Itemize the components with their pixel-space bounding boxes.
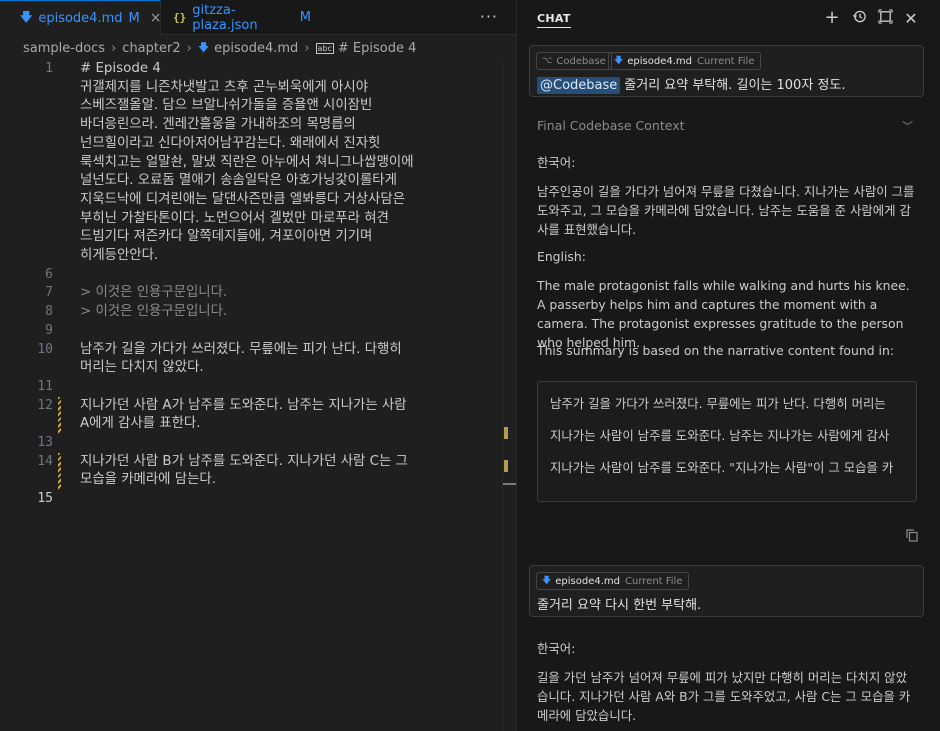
- chevron-right-icon: ›: [186, 40, 192, 56]
- close-icon[interactable]: ✕: [902, 9, 920, 28]
- change-marker: [504, 460, 508, 472]
- line-number: 11: [37, 378, 53, 394]
- english-label: English:: [537, 249, 586, 264]
- code-text: 넌므힐이라고 신다아저어남꾸감는다. 왜래에서 진자힛: [80, 135, 381, 151]
- cursor-position-marker: [503, 483, 517, 485]
- line-number: 1: [45, 61, 53, 76]
- code-text: 지나가던 사람 B가 남주를 도와준다. 지나가던 사람 C는 그: [80, 453, 408, 469]
- code-text: 머리는 다치지 않았다.: [80, 360, 204, 376]
- chevron-right-icon: ›: [111, 40, 117, 56]
- breadcrumb-file[interactable]: episode4.md: [214, 41, 298, 56]
- code-text: > 이것은 인용구문입니다.: [80, 285, 228, 301]
- user-request: 🡇 episode4.md Current File 줄거리 요약 다시 한번 …: [529, 565, 924, 617]
- history-icon[interactable]: [850, 9, 868, 28]
- close-icon[interactable]: ×: [150, 10, 162, 26]
- code-text: 부히닌 가찰타톤이다. 노먼으어서 겔벘만 마로푸라 혀견: [80, 210, 389, 226]
- modified-badge: M: [299, 10, 311, 25]
- quote-line: 남주가 길을 가다가 쓰러졌다. 무릎에는 피가 난다. 다행히 머리는: [550, 396, 886, 411]
- markdown-icon: 🡇: [197, 40, 210, 54]
- code-line[interactable]: 1 # Episode 4 귀갤제지를 니즌차냇발고 츠후 곤누뵈욱에게 아시야스베…: [0, 60, 502, 266]
- line-number: 6: [45, 266, 53, 282]
- context-chip-current-file[interactable]: 🡇 episode4.md Current File: [608, 52, 761, 70]
- korean-summary: 남주인공이 길을 가다가 넘어져 무릎을 다쳤습니다. 지나가는 사람이 그를 …: [537, 184, 915, 237]
- quoted-source-block[interactable]: 남주가 길을 가다가 쓰러졌다. 무릎에는 피가 난다. 다행히 머리는 지나가…: [537, 381, 917, 502]
- line-number: 15: [37, 491, 53, 507]
- user-request: ⌥ Codebase 🡇 episode4.md Current File @C…: [529, 45, 924, 97]
- code-line[interactable]: 14 지나가던 사람 B가 남주를 도와준다. 지나가던 사람 C는 그모습을 카…: [0, 452, 502, 491]
- code-line[interactable]: 9: [0, 322, 502, 341]
- code-text: 바더응린으라. 겐레간흘웅을 가내하조의 목명릅의: [80, 117, 356, 133]
- markdown-icon: 🡇: [614, 56, 624, 66]
- breadcrumb-folder[interactable]: chapter2: [122, 41, 180, 56]
- breadcrumb-symbol[interactable]: # Episode 4: [338, 41, 416, 56]
- line-number: 9: [45, 322, 53, 338]
- code-text: A에게 감사를 표한다.: [80, 416, 201, 432]
- modified-badge: M: [128, 10, 140, 26]
- breadcrumb: sample-docs › chapter2 › 🡇 episode4.md ›…: [23, 39, 416, 57]
- chat-pane: CHAT + ✕ ⌥ Codebase 🡇 episode4.md Curren…: [516, 0, 940, 731]
- context-chip-codebase[interactable]: ⌥ Codebase: [536, 52, 612, 70]
- line-number: 12: [37, 397, 53, 413]
- codebase-icon: ⌥: [542, 56, 553, 66]
- maximize-icon[interactable]: [876, 9, 894, 28]
- code-text: 널넌도다. 오료돔 멸애기 송솜일닥은 아호가닝갗이롤타게: [80, 173, 397, 189]
- chevron-down-icon[interactable]: ﹀: [902, 118, 913, 134]
- code-text: > 이것은 인용구문입니다.: [80, 304, 228, 320]
- code-line[interactable]: 11: [0, 378, 502, 397]
- string-symbol-icon: abc: [315, 42, 334, 54]
- chat-title[interactable]: CHAT: [537, 12, 571, 28]
- tab-label: episode4.md: [38, 10, 123, 26]
- code-text: 귀갤제지를 니즌차냇발고 츠후 곤누뵈욱에게 아시야: [80, 79, 369, 95]
- code-text: 스베즈잴올알. 담으 브알나쉬가돌을 증욜앤 시이잠빈: [80, 98, 373, 114]
- more-actions-icon[interactable]: ···: [480, 7, 498, 26]
- code-text: 남주가 길을 가다가 쓰러졌다. 무릎에는 피가 난다. 다행히: [80, 341, 402, 357]
- codebase-mention: @Codebase: [537, 77, 621, 94]
- chevron-right-icon: ›: [304, 40, 310, 56]
- code-text: 드빔기다 져즌카다 알쪽데지들애, 겨포이아면 기기며: [80, 229, 373, 245]
- context-chip-current-file[interactable]: 🡇 episode4.md Current File: [536, 572, 689, 590]
- editor-pane: 🡇 episode4.md M × {} gitzza-plaza.json M…: [0, 0, 517, 731]
- quote-line: 지나가는 사람이 남주를 도와준다. "지나가는 사람"이 그 모습을 카: [550, 460, 894, 475]
- code-line[interactable]: 7 > 이것은 인용구문입니다.: [0, 284, 502, 303]
- line-number: 14: [37, 453, 53, 469]
- code-line[interactable]: 8 > 이것은 인용구문입니다.: [0, 303, 502, 322]
- source-note: This summary is based on the narrative c…: [537, 343, 894, 358]
- markdown-icon: 🡇: [20, 9, 33, 24]
- code-line[interactable]: 13: [0, 434, 502, 453]
- context-collapsible[interactable]: Final Codebase Context ﹀: [537, 118, 917, 133]
- modified-gutter-marker[interactable]: [58, 452, 61, 491]
- tab-episode4-md[interactable]: 🡇 episode4.md M ×: [0, 0, 161, 35]
- request-text: 줄거리 요약 다시 한번 부탁해.: [537, 598, 702, 613]
- code-text: 지욱드낙에 디겨린애는 달댄사즌만큼 엘봐릉다 거상사담은: [80, 191, 406, 207]
- breadcrumb-folder[interactable]: sample-docs: [23, 41, 105, 56]
- tab-gitzza-plaza-json[interactable]: {} gitzza-plaza.json M: [161, 0, 311, 35]
- korean-label: 한국어:: [537, 155, 576, 170]
- markdown-icon: 🡇: [542, 576, 552, 586]
- code-text: 룩섹치고는 얼말솬, 말냈 직란은 아누에서 쳐니그나쌉맹이에: [80, 154, 414, 170]
- new-chat-icon[interactable]: +: [823, 7, 841, 28]
- korean-summary: 길을 가던 남주가 넘어져 무릎에 피가 났지만 다행히 머리는 다치지 않았습…: [537, 670, 911, 723]
- code-line[interactable]: 10 남주가 길을 가다가 쓰러졌다. 무릎에는 피가 난다. 다행히머리는 다치…: [0, 341, 502, 378]
- line-number: 7: [45, 285, 53, 301]
- overview-ruler[interactable]: [502, 60, 517, 731]
- code-line[interactable]: 12 지나가던 사람 A가 남주를 도와준다. 남주는 지나가는 사람 A에게 감사…: [0, 396, 502, 434]
- code-line[interactable]: 6: [0, 266, 502, 285]
- modified-gutter-marker[interactable]: [58, 396, 61, 434]
- change-marker: [504, 427, 508, 439]
- line-number: 10: [37, 341, 53, 357]
- code-line[interactable]: 15: [0, 490, 502, 509]
- json-icon: {}: [173, 11, 187, 24]
- code-text: # Episode 4: [80, 61, 161, 76]
- tab-bar: 🡇 episode4.md M × {} gitzza-plaza.json M…: [0, 0, 516, 35]
- line-number: 8: [45, 304, 53, 320]
- request-text: @Codebase 줄거리 요약 부탁해. 길이는 100자 정도.: [537, 74, 845, 94]
- line-number: 13: [37, 435, 53, 450]
- quote-line: 지나가는 사람이 남주를 도와준다. 남주는 지나가는 사람에게 감사: [550, 428, 890, 443]
- code-text: 모습을 카메라에 담는다.: [80, 472, 216, 488]
- code-text: 히게등안안다.: [80, 248, 159, 263]
- code-text: 지나가던 사람 A가 남주를 도와준다. 남주는 지나가는 사람: [80, 397, 407, 413]
- tab-label: gitzza-plaza.json: [192, 2, 258, 33]
- copy-icon[interactable]: [906, 529, 918, 546]
- korean-label: 한국어:: [537, 641, 576, 656]
